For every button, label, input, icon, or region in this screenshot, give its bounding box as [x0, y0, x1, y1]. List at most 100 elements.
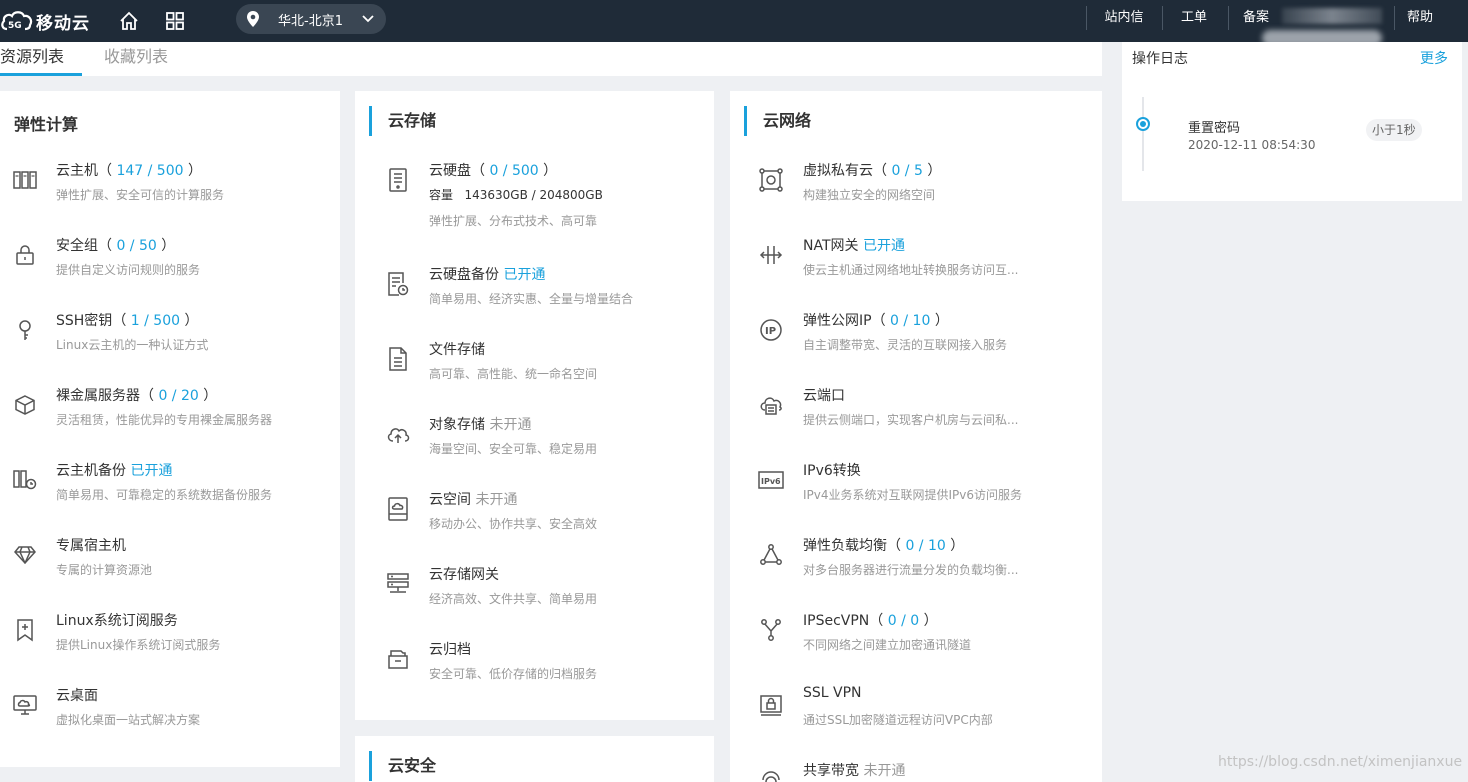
- service-item-disk-backup[interactable]: 云硬盘备份 已开通 简单易用、经济实惠、全量与增量结合: [355, 264, 714, 324]
- tab-favorites[interactable]: 收藏列表: [104, 46, 168, 76]
- service-item-cloud-host[interactable]: 云主机（ 147 / 500 ） 弹性扩展、安全可信的计算服务: [0, 160, 340, 220]
- quota-count[interactable]: 0 / 500: [489, 163, 538, 179]
- nav-messages[interactable]: 站内信: [1092, 0, 1156, 42]
- status-enabled: 已开通: [862, 238, 905, 254]
- service-desc: 构建独立安全的网络空间: [803, 188, 936, 202]
- svg-text:5G: 5G: [8, 21, 22, 31]
- lock-icon: [12, 242, 38, 268]
- diamond-icon: [12, 542, 38, 568]
- capacity-value: 143630GB / 204800GB: [464, 188, 603, 202]
- service-item-vpc[interactable]: 虚拟私有云（ 0 / 5 ） 构建独立安全的网络空间: [730, 160, 1102, 220]
- service-name: 对象存储: [429, 417, 485, 433]
- service-name: 弹性负载均衡: [803, 538, 887, 554]
- service-name: SSL VPN: [803, 685, 862, 701]
- desktop-icon: [12, 692, 38, 718]
- quota-count[interactable]: 0 / 50: [116, 238, 156, 254]
- timeline-dot-icon: [1136, 117, 1150, 131]
- service-item-cloud-archive[interactable]: 云归档 安全可靠、低价存储的归档服务: [355, 639, 714, 699]
- top-navigation-bar: 5G 移动云 华北-北京1 站内信 工单 备案 帮助: [0, 0, 1468, 42]
- service-item-cloud-desktop[interactable]: 云桌面 虚拟化桌面一站式解决方案: [0, 685, 340, 745]
- svg-text:IP: IP: [765, 326, 776, 337]
- service-desc: 弹性扩展、安全可信的计算服务: [56, 188, 225, 202]
- service-desc: 移动办公、协作共享、安全高效: [429, 517, 598, 531]
- service-name: 云主机: [56, 163, 98, 179]
- cloud-drive-icon: [385, 496, 411, 522]
- home-icon[interactable]: [116, 8, 142, 34]
- service-name: 裸金属服务器: [56, 388, 140, 404]
- quota-count[interactable]: 0 / 0: [888, 613, 919, 629]
- service-desc: 虚拟化桌面一站式解决方案: [56, 713, 201, 727]
- service-name: 云存储网关: [429, 567, 499, 583]
- grid-apps-icon[interactable]: [162, 8, 188, 34]
- tab-resource-list[interactable]: 资源列表: [0, 46, 82, 76]
- service-name: 云空间: [429, 492, 471, 508]
- service-item-bare-metal[interactable]: 裸金属服务器（ 0 / 20 ） 灵活租赁，性能优异的专用裸金属服务器: [0, 385, 340, 445]
- cloud-port-icon: [758, 392, 784, 418]
- logo[interactable]: 5G 移动云: [0, 5, 90, 37]
- location-pin-icon: [244, 10, 262, 28]
- service-name: IPSecVPN: [803, 613, 870, 629]
- service-item-file-storage[interactable]: 文件存储 高可靠、高性能、统一命名空间: [355, 339, 714, 399]
- cloud-upload-icon: [385, 421, 411, 447]
- quota-count[interactable]: 147 / 500: [116, 163, 183, 179]
- service-item-host-backup[interactable]: 云主机备份 已开通 简单易用、可靠稳定的系统数据备份服务: [0, 460, 340, 520]
- service-item-cloud-space[interactable]: 云空间 未开通 移动办公、协作共享、安全高效: [355, 489, 714, 549]
- service-item-dedicated-host[interactable]: 专属宿主机 专属的计算资源池: [0, 535, 340, 595]
- region-selector[interactable]: 华北-北京1: [236, 4, 386, 34]
- service-item-shared-bandwidth[interactable]: 共享带宽 未开通: [730, 760, 1102, 782]
- ipv6-icon: IPv6: [758, 467, 784, 493]
- service-item-ssh-key[interactable]: SSH密钥（ 1 / 500 ） Linux云主机的一种认证方式: [0, 310, 340, 370]
- service-name: IPv6转换: [803, 463, 861, 479]
- log-more-link[interactable]: 更多: [1420, 48, 1448, 68]
- key-icon: [12, 317, 38, 343]
- service-desc: 不同网络之间建立加密通讯隧道: [803, 638, 972, 652]
- service-item-ssl-vpn[interactable]: SSL VPN 通过SSL加密隧道远程访问VPC内部: [730, 685, 1102, 745]
- timeline-line: [1142, 97, 1144, 171]
- quota-count[interactable]: 1 / 500: [131, 313, 180, 329]
- vpn-icon: [758, 617, 784, 643]
- service-desc: IPv4业务系统对互联网提供IPv6访问服务: [803, 488, 1023, 502]
- service-item-security-group[interactable]: 安全组（ 0 / 50 ） 提供自定义访问规则的服务: [0, 235, 340, 295]
- load-balancer-icon: [758, 542, 784, 568]
- nav-divider: [1394, 6, 1395, 30]
- service-item-cloud-disk[interactable]: 云硬盘（ 0 / 500 ） 容量 143630GB / 204800GB 弹性…: [355, 160, 714, 228]
- service-name: 云主机备份: [56, 463, 126, 479]
- nav-divider: [1162, 6, 1163, 30]
- storage-title: 云存储: [369, 106, 436, 136]
- service-item-elastic-ip[interactable]: IP 弹性公网IP（ 0 / 10 ） 自主调整带宽、灵活的互联网接入服务: [730, 310, 1102, 370]
- service-item-object-storage[interactable]: 对象存储 未开通 海量空间、安全可靠、稳定易用: [355, 414, 714, 474]
- logo-text: 移动云: [36, 13, 90, 34]
- service-item-cloud-port[interactable]: 云端口 提供云侧端口，实现客户机房与云间私...: [730, 385, 1102, 445]
- nav-help[interactable]: 帮助: [1400, 0, 1440, 42]
- resource-tabs: 资源列表 收藏列表: [0, 42, 1102, 76]
- service-name: 共享带宽: [803, 763, 859, 779]
- service-desc: 简单易用、经济实惠、全量与增量结合: [429, 292, 634, 306]
- nav-tickets[interactable]: 工单: [1168, 0, 1220, 42]
- storage-card: 云存储 云硬盘（ 0 / 500 ） 容量 143630GB / 204800G…: [355, 91, 714, 720]
- service-name: 专属宿主机: [56, 538, 126, 554]
- service-desc: 对多台服务器进行流量分发的负载均衡...: [803, 563, 1019, 577]
- quota-count[interactable]: 0 / 20: [158, 388, 198, 404]
- redacted-area: [1282, 8, 1382, 24]
- quota-count[interactable]: 0 / 10: [890, 313, 930, 329]
- quota-count[interactable]: 0 / 5: [891, 163, 922, 179]
- service-desc: 海量空间、安全可靠、稳定易用: [429, 442, 598, 456]
- service-item-ipv6[interactable]: IPv6 IPv6转换 IPv4业务系统对互联网提供IPv6访问服务: [730, 460, 1102, 520]
- service-name: 云桌面: [56, 688, 98, 704]
- service-item-load-balancer[interactable]: 弹性负载均衡（ 0 / 10 ） 对多台服务器进行流量分发的负载均衡...: [730, 535, 1102, 595]
- service-desc: 提供Linux操作系统订阅式服务: [56, 638, 221, 652]
- quota-count[interactable]: 0 / 10: [905, 538, 945, 554]
- service-item-ipsec-vpn[interactable]: IPSecVPN（ 0 / 0 ） 不同网络之间建立加密通讯隧道: [730, 610, 1102, 670]
- service-desc: 经济高效、文件共享、简单易用: [429, 592, 598, 606]
- service-item-nat-gateway[interactable]: NAT网关 已开通 使云主机通过网络地址转换服务访问互...: [730, 235, 1102, 295]
- cloud-5g-logo-icon: 5G: [1, 11, 33, 31]
- service-item-storage-gateway[interactable]: 云存储网关 经济高效、文件共享、简单易用: [355, 564, 714, 624]
- security-title: 云安全: [369, 751, 436, 781]
- log-entry-time: 2020-12-11 08:54:30: [1188, 138, 1316, 152]
- log-entry-action: 重置密码: [1188, 121, 1241, 136]
- compute-card: 弹性计算 云主机（ 147 / 500 ） 弹性扩展、安全可信的计算服务 安全组…: [0, 91, 340, 767]
- status-disabled: 未开通: [863, 763, 906, 779]
- nav-divider: [1086, 6, 1087, 30]
- service-item-linux-subscription[interactable]: Linux系统订阅服务 提供Linux操作系统订阅式服务: [0, 610, 340, 670]
- service-desc: 安全可靠、低价存储的归档服务: [429, 667, 598, 681]
